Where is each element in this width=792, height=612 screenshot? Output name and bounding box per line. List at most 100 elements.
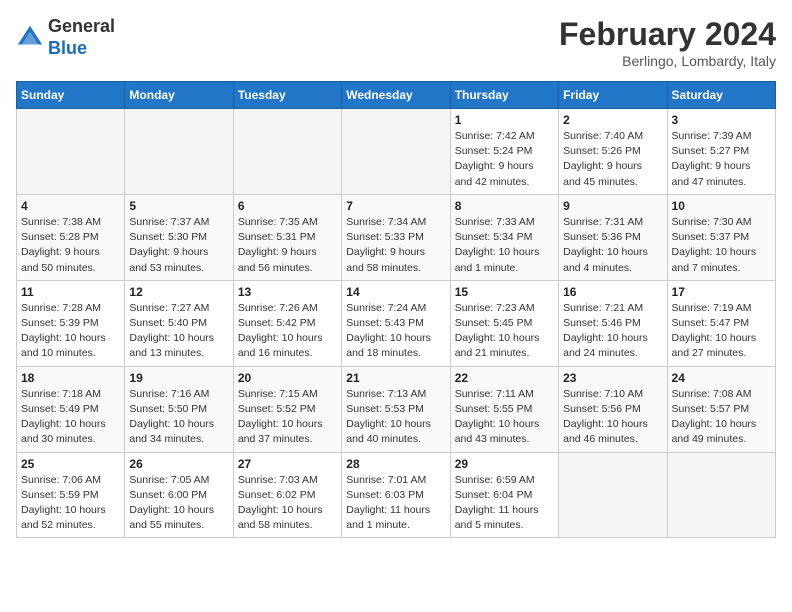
day-info: Sunrise: 7:38 AM Sunset: 5:28 PM Dayligh… — [21, 215, 120, 276]
day-number: 3 — [672, 113, 771, 127]
day-info: Sunrise: 7:03 AM Sunset: 6:02 PM Dayligh… — [238, 473, 337, 534]
day-cell: 18 Sunrise: 7:18 AM Sunset: 5:49 PM Dayli… — [17, 366, 125, 452]
day-cell: 19Sunrise: 7:16 AM Sunset: 5:50 PM Dayli… — [125, 366, 233, 452]
day-number: 9 — [563, 199, 662, 213]
day-number: 26 — [129, 457, 228, 471]
day-number: 8 — [455, 199, 554, 213]
day-info: Sunrise: 7:23 AM Sunset: 5:45 PM Dayligh… — [455, 301, 554, 362]
weekday-header-wednesday: Wednesday — [342, 82, 450, 109]
day-info: Sunrise: 7:19 AM Sunset: 5:47 PM Dayligh… — [672, 301, 771, 362]
day-cell — [342, 109, 450, 195]
logo-text: General Blue — [48, 16, 115, 59]
weekday-header-thursday: Thursday — [450, 82, 558, 109]
day-info: Sunrise: 7:42 AM Sunset: 5:24 PM Dayligh… — [455, 129, 554, 190]
day-number: 7 — [346, 199, 445, 213]
day-info: Sunrise: 7:10 AM Sunset: 5:56 PM Dayligh… — [563, 387, 662, 448]
day-info: Sunrise: 7:27 AM Sunset: 5:40 PM Dayligh… — [129, 301, 228, 362]
day-cell — [559, 452, 667, 538]
day-number: 16 — [563, 285, 662, 299]
day-cell: 11Sunrise: 7:28 AM Sunset: 5:39 PM Dayli… — [17, 280, 125, 366]
day-number: 2 — [563, 113, 662, 127]
day-number: 17 — [672, 285, 771, 299]
weekday-header-tuesday: Tuesday — [233, 82, 341, 109]
day-cell: 14 Sunrise: 7:24 AM Sunset: 5:43 PM Dayli… — [342, 280, 450, 366]
month-year: February 2024 — [559, 16, 776, 53]
day-cell: 13Sunrise: 7:26 AM Sunset: 5:42 PM Dayli… — [233, 280, 341, 366]
day-number: 15 — [455, 285, 554, 299]
day-number: 14 — [346, 285, 445, 299]
day-cell: 7 Sunrise: 7:34 AM Sunset: 5:33 PM Daylig… — [342, 194, 450, 280]
week-row-2: 4Sunrise: 7:38 AM Sunset: 5:28 PM Daylig… — [17, 194, 776, 280]
day-cell: 4Sunrise: 7:38 AM Sunset: 5:28 PM Daylig… — [17, 194, 125, 280]
day-info: Sunrise: 7:31 AM Sunset: 5:36 PM Dayligh… — [563, 215, 662, 276]
weekday-header-sunday: Sunday — [17, 82, 125, 109]
day-number: 1 — [455, 113, 554, 127]
day-info: Sunrise: 7:21 AM Sunset: 5:46 PM Dayligh… — [563, 301, 662, 362]
day-cell: 8 Sunrise: 7:33 AM Sunset: 5:34 PM Daylig… — [450, 194, 558, 280]
day-cell: 2Sunrise: 7:40 AM Sunset: 5:26 PM Daylig… — [559, 109, 667, 195]
day-cell — [667, 452, 775, 538]
page-header: General Blue February 2024 Berlingo, Lom… — [16, 16, 776, 69]
day-info: Sunrise: 7:28 AM Sunset: 5:39 PM Dayligh… — [21, 301, 120, 362]
day-number: 20 — [238, 371, 337, 385]
day-number: 22 — [455, 371, 554, 385]
day-cell: 22 Sunrise: 7:11 AM Sunset: 5:55 PM Dayli… — [450, 366, 558, 452]
day-cell: 17 Sunrise: 7:19 AM Sunset: 5:47 PM Dayli… — [667, 280, 775, 366]
day-number: 23 — [563, 371, 662, 385]
day-number: 18 — [21, 371, 120, 385]
day-info: Sunrise: 7:11 AM Sunset: 5:55 PM Dayligh… — [455, 387, 554, 448]
day-cell: 16 Sunrise: 7:21 AM Sunset: 5:46 PM Dayli… — [559, 280, 667, 366]
day-cell: 28Sunrise: 7:01 AM Sunset: 6:03 PM Dayli… — [342, 452, 450, 538]
day-info: Sunrise: 7:18 AM Sunset: 5:49 PM Dayligh… — [21, 387, 120, 448]
day-number: 21 — [346, 371, 445, 385]
day-cell — [17, 109, 125, 195]
day-info: Sunrise: 6:59 AM Sunset: 6:04 PM Dayligh… — [455, 473, 554, 534]
day-info: Sunrise: 7:35 AM Sunset: 5:31 PM Dayligh… — [238, 215, 337, 276]
day-cell: 5 Sunrise: 7:37 AM Sunset: 5:30 PM Daylig… — [125, 194, 233, 280]
day-cell: 24 Sunrise: 7:08 AM Sunset: 5:57 PM Dayli… — [667, 366, 775, 452]
day-info: Sunrise: 7:34 AM Sunset: 5:33 PM Dayligh… — [346, 215, 445, 276]
day-cell: 21Sunrise: 7:13 AM Sunset: 5:53 PM Dayli… — [342, 366, 450, 452]
day-cell: 26 Sunrise: 7:05 AM Sunset: 6:00 PM Dayli… — [125, 452, 233, 538]
title-area: February 2024 Berlingo, Lombardy, Italy — [559, 16, 776, 69]
day-info: Sunrise: 7:33 AM Sunset: 5:34 PM Dayligh… — [455, 215, 554, 276]
day-cell: 3 Sunrise: 7:39 AM Sunset: 5:27 PM Daylig… — [667, 109, 775, 195]
day-cell: 29 Sunrise: 6:59 AM Sunset: 6:04 PM Dayli… — [450, 452, 558, 538]
week-row-3: 11Sunrise: 7:28 AM Sunset: 5:39 PM Dayli… — [17, 280, 776, 366]
day-info: Sunrise: 7:24 AM Sunset: 5:43 PM Dayligh… — [346, 301, 445, 362]
day-cell: 20 Sunrise: 7:15 AM Sunset: 5:52 PM Dayli… — [233, 366, 341, 452]
week-row-5: 25Sunrise: 7:06 AM Sunset: 5:59 PM Dayli… — [17, 452, 776, 538]
day-info: Sunrise: 7:37 AM Sunset: 5:30 PM Dayligh… — [129, 215, 228, 276]
weekday-header-monday: Monday — [125, 82, 233, 109]
day-number: 25 — [21, 457, 120, 471]
day-cell: 25Sunrise: 7:06 AM Sunset: 5:59 PM Dayli… — [17, 452, 125, 538]
day-info: Sunrise: 7:01 AM Sunset: 6:03 PM Dayligh… — [346, 473, 445, 534]
day-cell: 23 Sunrise: 7:10 AM Sunset: 5:56 PM Dayli… — [559, 366, 667, 452]
day-number: 29 — [455, 457, 554, 471]
week-row-4: 18 Sunrise: 7:18 AM Sunset: 5:49 PM Dayli… — [17, 366, 776, 452]
calendar-table: SundayMondayTuesdayWednesdayThursdayFrid… — [16, 81, 776, 538]
week-row-1: 1 Sunrise: 7:42 AM Sunset: 5:24 PM Daylig… — [17, 109, 776, 195]
day-cell — [233, 109, 341, 195]
day-info: Sunrise: 7:30 AM Sunset: 5:37 PM Dayligh… — [672, 215, 771, 276]
location: Berlingo, Lombardy, Italy — [559, 53, 776, 69]
day-info: Sunrise: 7:08 AM Sunset: 5:57 PM Dayligh… — [672, 387, 771, 448]
day-number: 10 — [672, 199, 771, 213]
weekday-header-row: SundayMondayTuesdayWednesdayThursdayFrid… — [17, 82, 776, 109]
day-number: 27 — [238, 457, 337, 471]
day-number: 5 — [129, 199, 228, 213]
day-cell — [125, 109, 233, 195]
day-cell: 6Sunrise: 7:35 AM Sunset: 5:31 PM Daylig… — [233, 194, 341, 280]
day-cell: 1 Sunrise: 7:42 AM Sunset: 5:24 PM Daylig… — [450, 109, 558, 195]
weekday-header-friday: Friday — [559, 82, 667, 109]
logo-icon — [16, 24, 44, 52]
day-info: Sunrise: 7:15 AM Sunset: 5:52 PM Dayligh… — [238, 387, 337, 448]
logo-general: General — [48, 16, 115, 36]
day-info: Sunrise: 7:05 AM Sunset: 6:00 PM Dayligh… — [129, 473, 228, 534]
day-number: 24 — [672, 371, 771, 385]
day-cell: 27 Sunrise: 7:03 AM Sunset: 6:02 PM Dayli… — [233, 452, 341, 538]
day-cell: 9 Sunrise: 7:31 AM Sunset: 5:36 PM Daylig… — [559, 194, 667, 280]
day-cell: 10 Sunrise: 7:30 AM Sunset: 5:37 PM Dayli… — [667, 194, 775, 280]
day-info: Sunrise: 7:39 AM Sunset: 5:27 PM Dayligh… — [672, 129, 771, 190]
day-cell: 12Sunrise: 7:27 AM Sunset: 5:40 PM Dayli… — [125, 280, 233, 366]
